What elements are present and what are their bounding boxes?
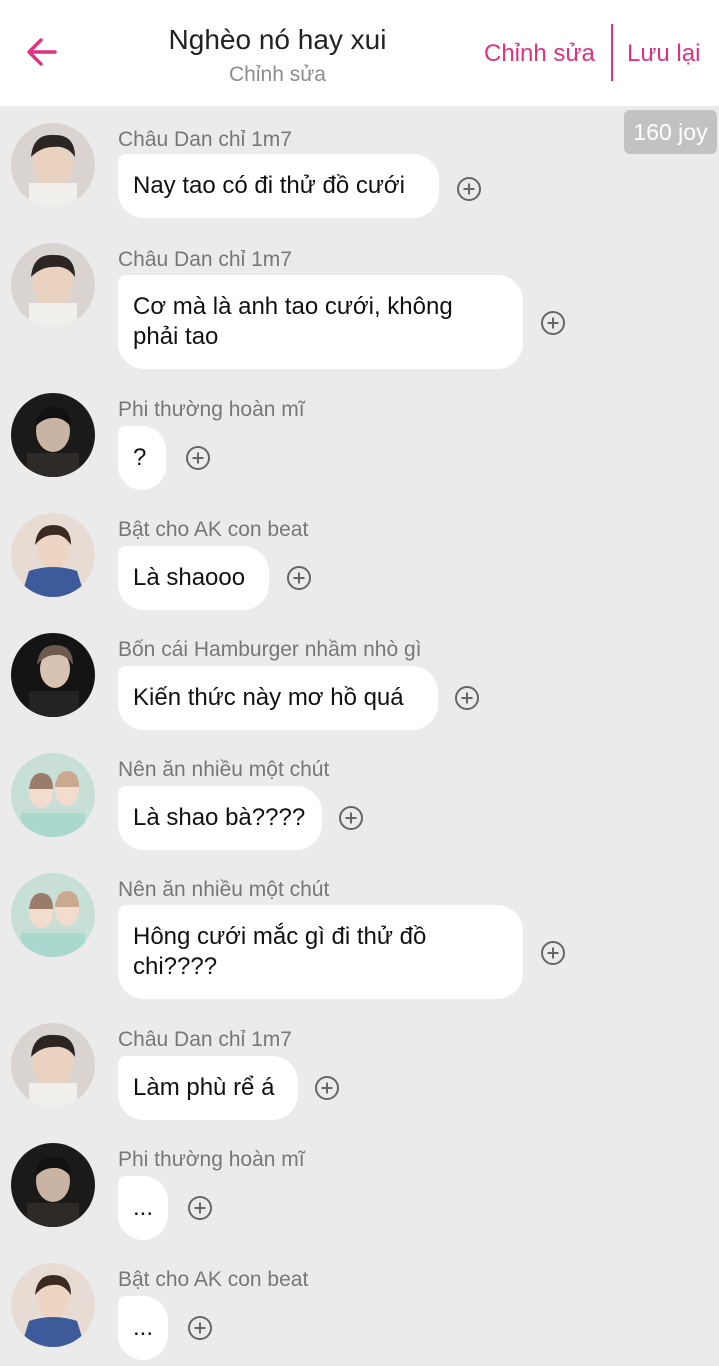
message-bubble[interactable]: Hông cưới mắc gì đi thử đồ chi???? (118, 905, 523, 999)
message-line: ... (133, 1314, 154, 1341)
message-bubble[interactable]: ... (118, 1296, 168, 1360)
add-reaction-icon[interactable] (540, 940, 566, 966)
avatar[interactable] (11, 753, 95, 837)
message-row: Bốn cái Hamburger nhầm nhò gì Kiến thức … (0, 630, 719, 740)
message-bubble[interactable]: ? (118, 426, 166, 490)
avatar[interactable] (11, 393, 95, 477)
message-row: Châu Dan chỉ 1m7 Làm phù rể á (0, 1020, 719, 1130)
edit-button[interactable]: Chỉnh sửa (484, 38, 595, 70)
message-bubble[interactable]: ... (118, 1176, 168, 1240)
message-line: ... (133, 1194, 154, 1221)
add-reaction-icon[interactable] (185, 445, 211, 471)
sender-name: Bật cho AK con beat (118, 518, 309, 541)
message-row: Nên ăn nhiều một chút Là shao bà???? (0, 750, 719, 860)
message-line: chi???? (133, 953, 218, 980)
avatar[interactable] (11, 1143, 95, 1227)
message-row: Bật cho AK con beat ... (0, 1260, 719, 1366)
page-subtitle: Chỉnh sửa (229, 63, 326, 86)
sender-name: Nên ăn nhiều một chút (118, 878, 330, 901)
avatar[interactable] (11, 1023, 95, 1107)
message-row: Phi thường hoàn mĩ ... (0, 1140, 719, 1250)
message-row: Phi thường hoàn mĩ ? (0, 390, 719, 500)
add-reaction-icon[interactable] (540, 310, 566, 336)
avatar[interactable] (11, 123, 95, 207)
sender-name: Bốn cái Hamburger nhầm nhò gì (118, 638, 422, 661)
message-row: Bật cho AK con beat Là shaooo (0, 510, 719, 620)
save-button[interactable]: Lưu lại (627, 38, 700, 70)
sender-name: Châu Dan chỉ 1m7 (118, 248, 292, 271)
message-line: Là shaooo (133, 564, 246, 591)
add-reaction-icon[interactable] (187, 1195, 213, 1221)
message-line: phải tao (133, 323, 219, 350)
message-bubble[interactable]: Là shaooo (118, 546, 269, 610)
back-arrow-icon (27, 38, 57, 66)
sender-name: Phi thường hoàn mĩ (118, 1148, 305, 1171)
sender-name: Bật cho AK con beat (118, 1268, 309, 1291)
message-bubble[interactable]: Kiến thức này mơ hồ quá (118, 666, 438, 730)
sender-name: Phi thường hoàn mĩ (118, 398, 305, 421)
add-reaction-icon[interactable] (456, 176, 482, 202)
add-reaction-icon[interactable] (338, 805, 364, 831)
add-reaction-icon[interactable] (454, 685, 480, 711)
message-row: Nên ăn nhiều một chút Hông cưới mắc gì đ… (0, 870, 719, 1010)
top-bar: Nghèo nó hay xui Chỉnh sửa Chỉnh sửa Lưu… (0, 0, 719, 106)
message-line: Hông cưới mắc gì đi thử đồ (133, 923, 427, 950)
sender-name: Châu Dan chỉ 1m7 (118, 128, 292, 151)
message-bubble[interactable]: Là shao bà???? (118, 786, 322, 850)
add-reaction-icon[interactable] (187, 1315, 213, 1341)
message-row: Châu Dan chỉ 1m7 Nay tao có đi thử đồ cư… (0, 120, 719, 230)
avatar[interactable] (11, 513, 95, 597)
sender-name: Châu Dan chỉ 1m7 (118, 1028, 292, 1051)
page-title: Nghèo nó hay xui (168, 24, 387, 55)
message-line: ? (133, 444, 147, 471)
message-line: Nay tao có đi thử đồ cưới (133, 172, 405, 199)
sender-name: Nên ăn nhiều một chút (118, 758, 330, 781)
message-bubble[interactable]: Nay tao có đi thử đồ cưới (118, 154, 439, 218)
avatar[interactable] (11, 873, 95, 957)
message-line: Là shao bà???? (133, 804, 306, 831)
add-reaction-icon[interactable] (314, 1075, 340, 1101)
title-block: Nghèo nó hay xui Chỉnh sửa (120, 22, 435, 90)
avatar[interactable] (11, 633, 95, 717)
back-button[interactable] (22, 30, 62, 74)
add-reaction-icon[interactable] (286, 565, 312, 591)
message-bubble[interactable]: Làm phù rể á (118, 1056, 298, 1120)
message-line: Kiến thức này mơ hồ quá (133, 684, 404, 711)
message-bubble[interactable]: Cơ mà là anh tao cưới, không phải tao (118, 275, 523, 369)
avatar[interactable] (11, 243, 95, 327)
message-line: Làm phù rể á (133, 1074, 275, 1101)
avatar[interactable] (11, 1263, 95, 1347)
message-row: Châu Dan chỉ 1m7 Cơ mà là anh tao cưới, … (0, 240, 719, 380)
message-line: Cơ mà là anh tao cưới, không (133, 293, 453, 320)
header-divider (611, 24, 613, 81)
